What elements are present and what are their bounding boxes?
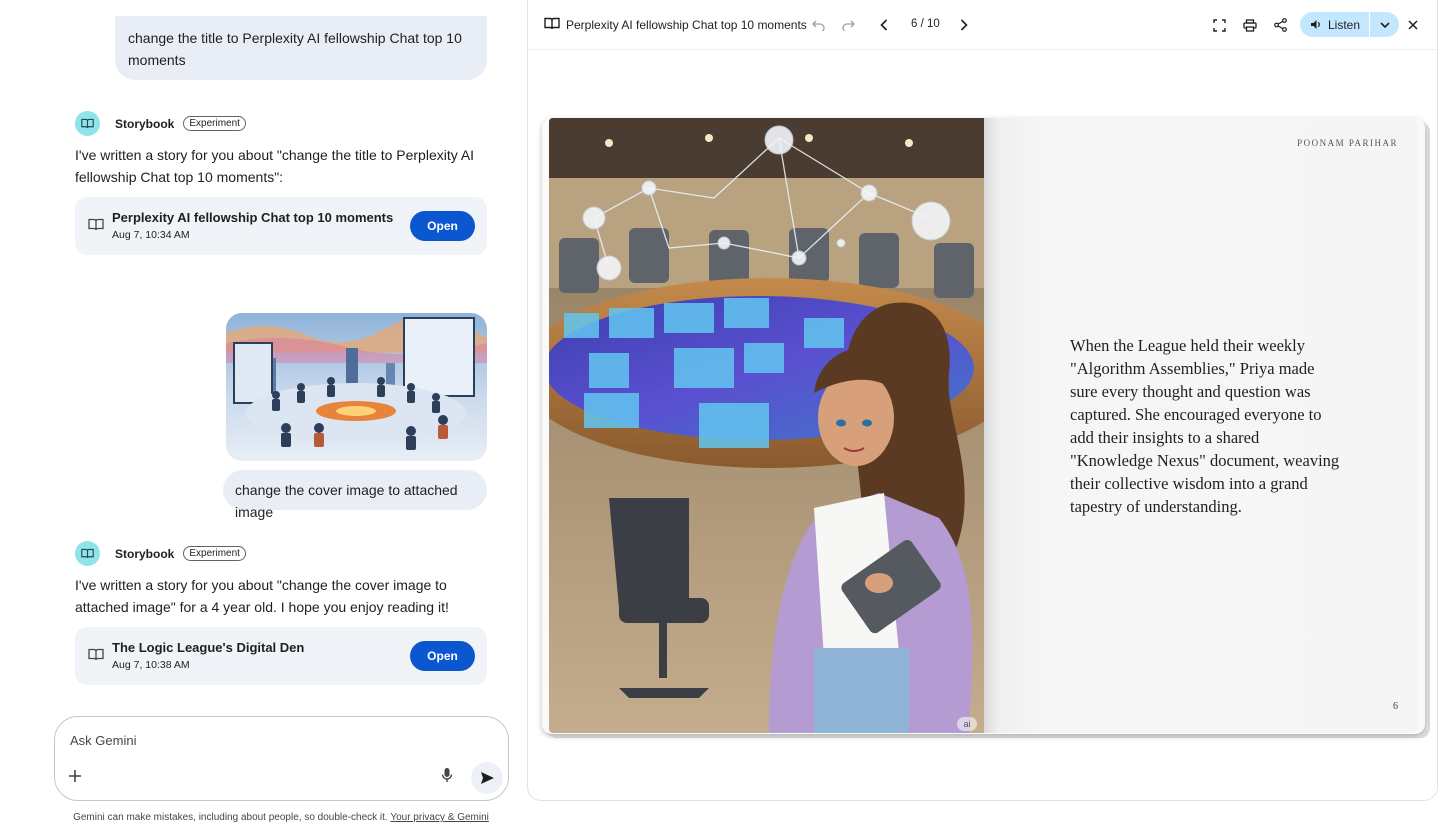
page-number: 6 xyxy=(1393,701,1398,712)
illustration-page: ai xyxy=(549,118,984,733)
chevron-right-icon xyxy=(960,19,968,31)
fullscreen-icon xyxy=(1212,18,1226,32)
close-viewer-button[interactable] xyxy=(1404,16,1422,34)
open-story-button[interactable]: Open xyxy=(410,211,475,241)
story-illustration xyxy=(549,118,984,733)
print-button[interactable] xyxy=(1241,16,1259,34)
story-card-date: Aug 7, 10:38 AM xyxy=(112,659,190,671)
book-icon xyxy=(81,548,94,559)
storybook-avatar xyxy=(75,541,100,566)
listen-label: Listen xyxy=(1328,17,1361,32)
user-message: change the cover image to attached image xyxy=(223,470,487,520)
page-indicator: 6 / 10 xyxy=(911,18,940,30)
bot-name: Storybook xyxy=(115,116,175,131)
speaker-icon xyxy=(1311,20,1320,29)
bot-message-text: I've written a story for you about "chan… xyxy=(75,577,449,615)
prompt-composer[interactable]: Ask Gemini xyxy=(54,716,509,801)
share-icon xyxy=(1273,18,1287,32)
disclaimer-text: Gemini can make mistakes, including abou… xyxy=(73,812,388,823)
listen-options-button[interactable] xyxy=(1370,12,1399,37)
send-icon xyxy=(480,772,494,784)
microphone-icon[interactable] xyxy=(441,767,453,783)
undo-button[interactable] xyxy=(809,16,827,34)
chevron-down-icon xyxy=(1379,21,1390,28)
experiment-badge: Experiment xyxy=(183,116,246,131)
viewer-title: Perplexity AI fellowship Chat top 10 mom… xyxy=(566,18,807,32)
book-icon xyxy=(81,118,94,129)
plus-icon[interactable] xyxy=(68,769,82,783)
next-page-button[interactable] xyxy=(955,16,973,34)
bot-header: Storybook Experiment xyxy=(75,541,246,566)
disclaimer: Gemini can make mistakes, including abou… xyxy=(0,812,562,823)
storybook-avatar xyxy=(75,111,100,136)
book-icon xyxy=(544,17,560,30)
attached-image-illustration xyxy=(226,313,487,461)
bot-message-text: I've written a story for you about "chan… xyxy=(75,147,475,185)
attached-image[interactable] xyxy=(226,313,487,461)
previous-page-button[interactable] xyxy=(875,16,893,34)
undo-icon xyxy=(811,20,825,31)
print-icon xyxy=(1243,18,1257,32)
listen-button[interactable]: Listen xyxy=(1300,12,1369,37)
close-icon xyxy=(1408,20,1418,30)
story-card[interactable]: Perplexity AI fellowship Chat top 10 mom… xyxy=(75,197,487,255)
author-name: POONAM PARIHAR xyxy=(1297,138,1398,148)
storybook-viewer: Perplexity AI fellowship Chat top 10 mom… xyxy=(527,0,1438,801)
story-card-title: The Logic League's Digital Den xyxy=(112,640,305,655)
bot-name: Storybook xyxy=(115,546,175,561)
send-button[interactable] xyxy=(471,762,503,794)
story-card-date: Aug 7, 10:34 AM xyxy=(112,229,190,241)
book-icon xyxy=(88,218,104,231)
fullscreen-button[interactable] xyxy=(1210,16,1228,34)
book-icon xyxy=(88,648,104,661)
text-page: POONAM PARIHAR When the League held thei… xyxy=(984,118,1418,733)
privacy-link[interactable]: Your privacy & Gemini xyxy=(390,812,489,823)
experiment-badge: Experiment xyxy=(183,546,246,561)
viewer-toolbar: Perplexity AI fellowship Chat top 10 mom… xyxy=(528,0,1437,50)
gemini-app: change the title to Perplexity AI fellow… xyxy=(0,0,1456,832)
redo-icon xyxy=(841,20,855,31)
redo-button[interactable] xyxy=(839,16,857,34)
story-card-title: Perplexity AI fellowship Chat top 10 mom… xyxy=(112,210,394,225)
chat-panel: change the title to Perplexity AI fellow… xyxy=(0,0,528,832)
story-text: When the League held their weekly "Algor… xyxy=(1070,336,1340,516)
user-message: change the title to Perplexity AI fellow… xyxy=(115,16,487,80)
chevron-left-icon xyxy=(880,19,888,31)
story-card[interactable]: The Logic League's Digital Den Aug 7, 10… xyxy=(75,627,487,685)
open-story-button[interactable]: Open xyxy=(410,641,475,671)
ai-generated-mark: ai xyxy=(957,717,977,731)
share-button[interactable] xyxy=(1271,16,1289,34)
bot-header: Storybook Experiment xyxy=(75,111,246,136)
storybook-spread: ai POONAM PARIHAR When the League held t… xyxy=(542,118,1425,734)
prompt-input[interactable]: Ask Gemini xyxy=(70,733,136,748)
